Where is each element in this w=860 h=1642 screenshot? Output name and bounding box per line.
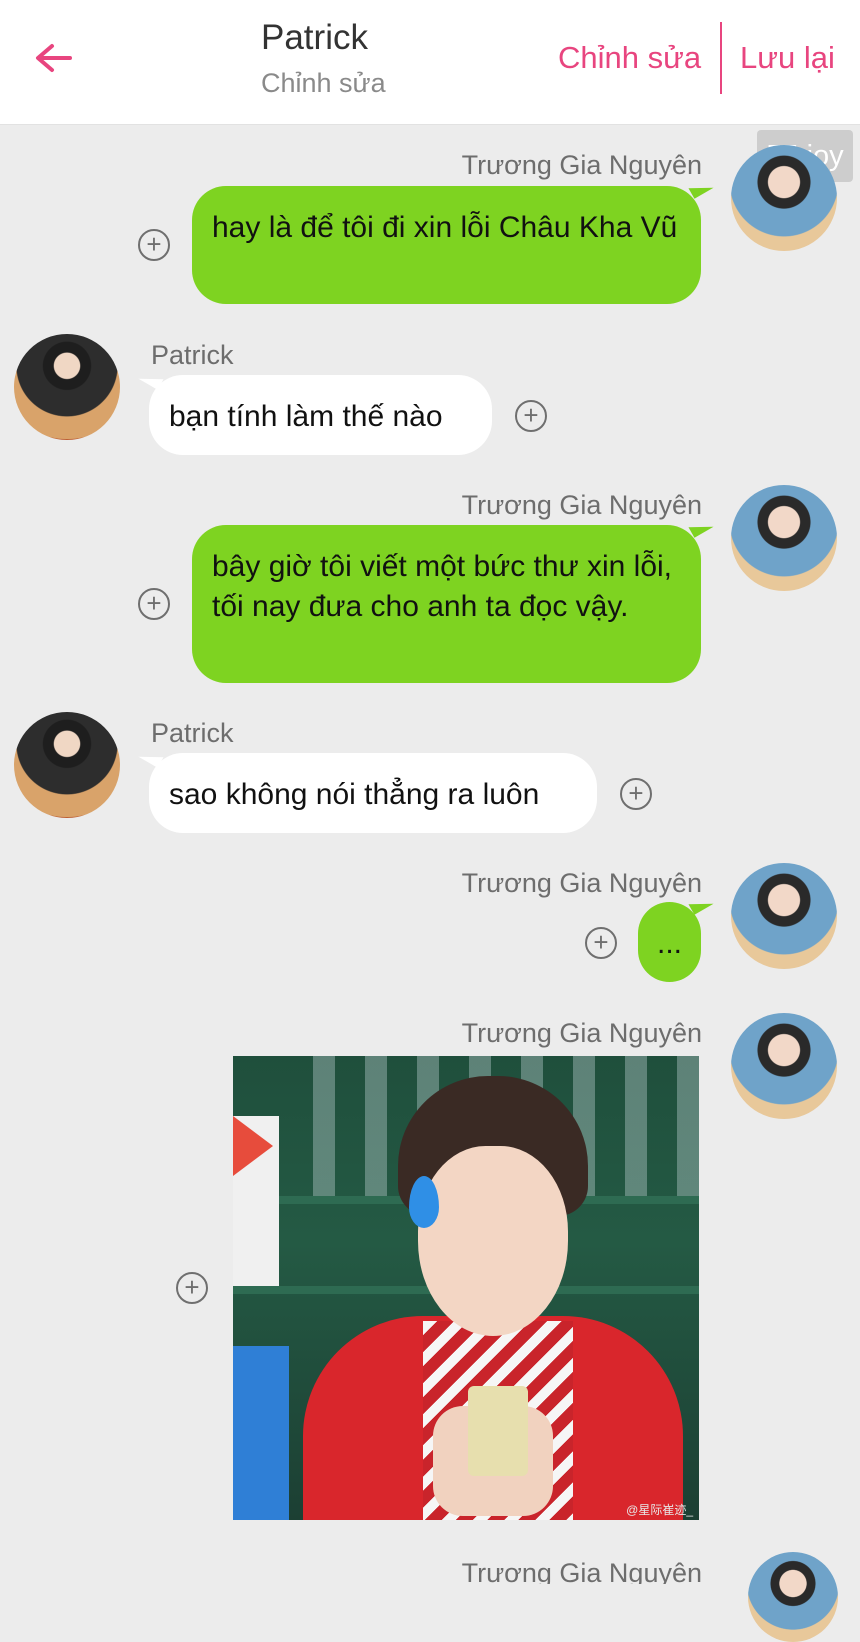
add-reaction-icon[interactable]: +: [515, 400, 547, 432]
message-sender: Patrick: [151, 340, 234, 370]
avatar[interactable]: [14, 334, 120, 440]
avatar[interactable]: [14, 712, 120, 818]
image-face: [418, 1146, 568, 1336]
message-bubble[interactable]: hay là để tôi đi xin lỗi Châu Kha Vũ: [192, 186, 701, 304]
chat-header: Patrick Chỉnh sửa Chỉnh sửa Lưu lại: [0, 0, 860, 125]
avatar[interactable]: [731, 1013, 837, 1119]
message-sender: Trương Gia Nguyên: [461, 1558, 702, 1584]
add-reaction-icon[interactable]: +: [138, 229, 170, 261]
image-drink-pack: [468, 1386, 528, 1476]
message-sender: Trương Gia Nguyên: [461, 1018, 702, 1048]
save-button[interactable]: Lưu lại: [740, 40, 835, 76]
message-bubble[interactable]: bây giờ tôi viết một bức thư xin lỗi, tố…: [192, 525, 701, 683]
add-reaction-icon[interactable]: +: [585, 927, 617, 959]
message-bubble[interactable]: sao không nói thẳng ra luôn: [149, 753, 597, 833]
add-reaction-icon[interactable]: +: [138, 588, 170, 620]
chat-title: Patrick: [261, 18, 368, 57]
header-divider: [720, 22, 722, 94]
image-watermark: @星际崔迹_: [626, 1503, 693, 1517]
message-sender: Trương Gia Nguyên: [461, 868, 702, 898]
chat-subtitle: Chỉnh sửa: [261, 68, 386, 98]
back-button[interactable]: [30, 36, 78, 84]
arrow-left-icon: [36, 44, 72, 72]
avatar[interactable]: [731, 863, 837, 969]
message-bubble[interactable]: ...: [638, 902, 701, 982]
avatar[interactable]: [731, 485, 837, 591]
edit-button[interactable]: Chỉnh sửa: [558, 40, 701, 76]
message-bubble[interactable]: bạn tính làm thế nào: [149, 375, 492, 455]
message-sender: Patrick: [151, 718, 234, 748]
add-reaction-icon[interactable]: +: [620, 778, 652, 810]
avatar[interactable]: [731, 145, 837, 251]
image-sign-triangle: [233, 1116, 273, 1176]
image-blue-figure: [233, 1346, 289, 1520]
message-sender: Trương Gia Nguyên: [461, 150, 702, 180]
message-image[interactable]: @星际崔迹_: [233, 1056, 699, 1520]
add-reaction-icon[interactable]: +: [176, 1272, 208, 1304]
message-sender: Trương Gia Nguyên: [461, 490, 702, 520]
avatar[interactable]: [748, 1552, 838, 1642]
